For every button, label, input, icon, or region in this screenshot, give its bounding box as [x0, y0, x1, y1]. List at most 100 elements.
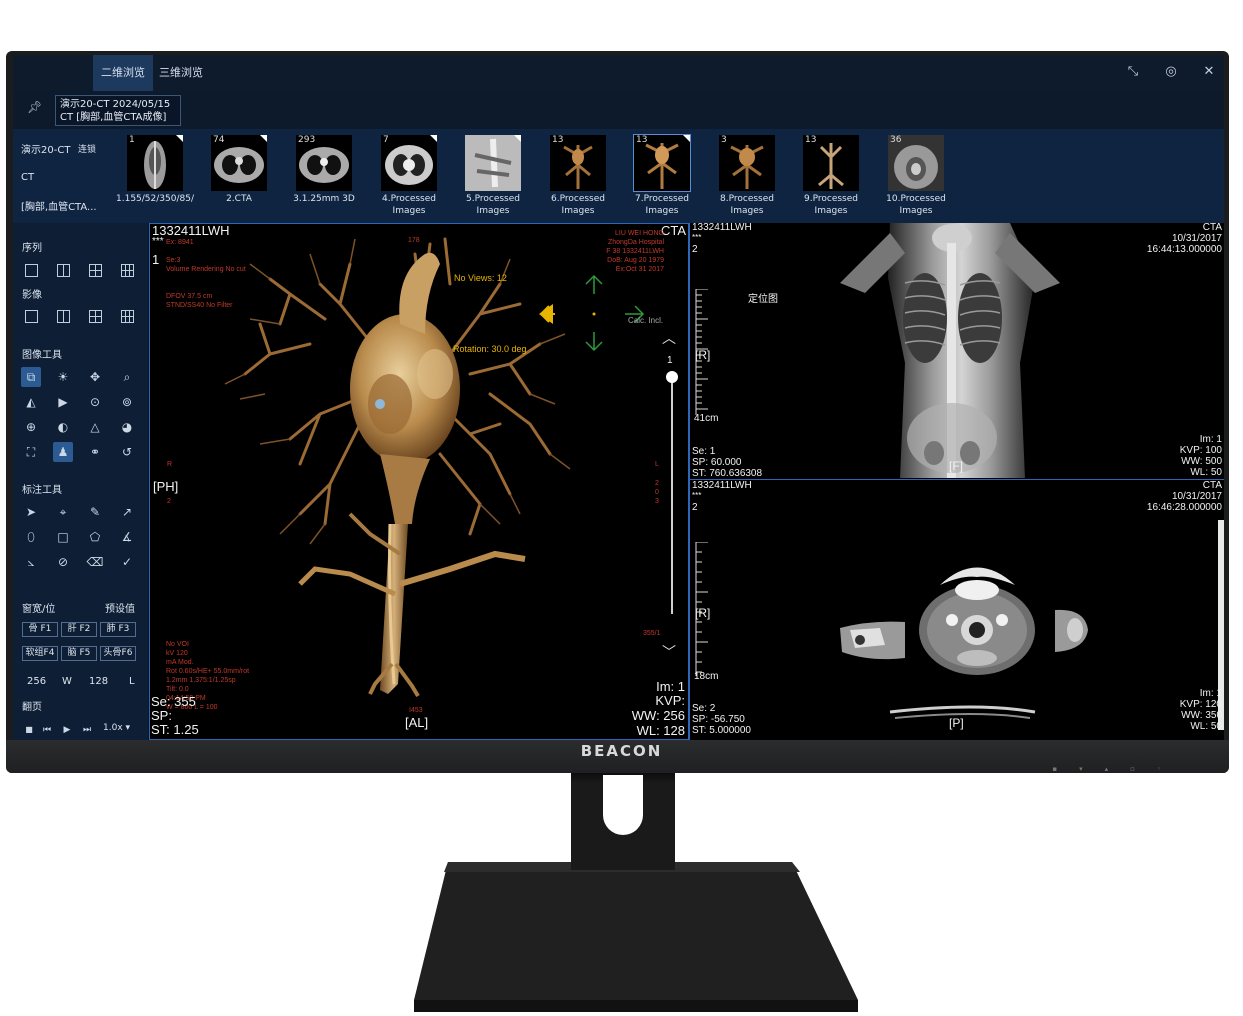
arrow-icon[interactable]: ↗ [117, 502, 137, 522]
series-number: Se: 355 [151, 694, 196, 709]
window-level-icon[interactable]: ☀ [53, 367, 73, 387]
axial-ct-image [840, 520, 1224, 730]
ww-input[interactable]: 256 [27, 676, 46, 687]
target-icon[interactable]: ◎ [1160, 61, 1182, 83]
series-thumb-5[interactable] [465, 135, 521, 191]
flip-horizontal-icon[interactable]: ◭ [21, 392, 41, 412]
rotate-cw-icon[interactable]: ⊙ [85, 392, 105, 412]
patient-id: 1332411LWH [692, 223, 752, 233]
zoom-icon[interactable]: ⊕ [21, 417, 41, 437]
magnify-icon[interactable]: ⌕ [117, 367, 137, 387]
monitor-buttons[interactable]: ▪▾▴▫◦ [1052, 765, 1183, 773]
layout-1x1-icon[interactable] [25, 264, 38, 277]
patient-stars: *** [692, 233, 702, 242]
image-3x2-icon[interactable] [121, 310, 134, 323]
link-toggle[interactable]: 连锁 [78, 142, 96, 155]
pan-icon[interactable]: ✥ [85, 367, 105, 387]
series-thumb-4[interactable]: 7 [381, 135, 437, 191]
series-label: 3.1.25mm 3D [293, 194, 355, 204]
orientation-bottom: [F] [949, 459, 963, 473]
color-map-icon[interactable]: ◕ [117, 417, 137, 437]
layout-3x2-icon[interactable] [121, 264, 134, 277]
tab-3d-browse[interactable]: 三维浏览 [151, 55, 211, 91]
series-thumb-7[interactable]: 13 [633, 134, 691, 192]
series-modality: CT [21, 172, 35, 183]
study-date: 10/31/2017 [1171, 233, 1222, 244]
link-icon[interactable]: ⚭ [85, 442, 105, 462]
slider-down-icon[interactable]: ﹀ [662, 642, 676, 662]
top-position-marker: 178 [408, 237, 420, 244]
patient-tab[interactable]: 演示20-CT 2024/05/15 CT [胸部,血管CTA成像] [55, 95, 181, 126]
speed-select[interactable]: 1.0x ▾ [103, 723, 130, 733]
invert-icon[interactable]: ◐ [53, 417, 73, 437]
hide-annotation-icon[interactable]: ⊘ [53, 552, 73, 572]
rectangle-icon[interactable]: □ [53, 527, 73, 547]
series-number: Se: 2 [692, 703, 716, 714]
triangle-icon[interactable]: △ [85, 417, 105, 437]
flip-vertical-icon[interactable]: ▶ [53, 392, 73, 412]
image-index: Im: 1 [1199, 434, 1222, 445]
viewport-3d[interactable]: ︿ 1 355/1 ﹀ 1332411LWH *** CTA 1 Ex: 894… [149, 223, 689, 740]
eraser-icon[interactable]: ⌫ [85, 552, 105, 572]
annotation-tools-label: 标注工具 [22, 485, 62, 496]
pointer-icon[interactable]: ➤ [21, 502, 41, 522]
play-icon[interactable]: ▶ [57, 720, 77, 740]
tab-2d-browse[interactable]: 二维浏览 [93, 55, 153, 91]
rotate-ccw-icon[interactable]: ⊚ [117, 392, 137, 412]
window-level: WL: 128 [636, 723, 685, 738]
viewport-scout[interactable]: 1332411LWH *** 2 CTA 10/31/2017 16:44:13… [689, 223, 1224, 480]
window-level: WL: 50 [1190, 467, 1222, 478]
series-label: 9.Processed Images [804, 194, 858, 216]
pin-icon[interactable]: 📌︎ [27, 100, 42, 114]
orientation-left: [R] [695, 348, 711, 362]
close-icon[interactable]: ✕ [1198, 61, 1220, 83]
crosshair-icon[interactable]: ⌖ [53, 502, 73, 522]
modality-label: CTA [1202, 480, 1222, 491]
preset-bone-button[interactable]: 骨 F1 [22, 622, 58, 637]
copy-icon[interactable]: ⧉ [21, 367, 41, 387]
last-page-icon[interactable]: ⏭ [77, 720, 97, 740]
preset-soft-tissue-button[interactable]: 软组F4 [22, 646, 58, 661]
preset-liver-button[interactable]: 肝 F2 [61, 622, 97, 637]
image-1x1-icon[interactable] [25, 310, 38, 323]
pencil-icon[interactable]: ✎ [85, 502, 105, 522]
series-thumb-9[interactable]: 13 [803, 135, 859, 191]
clear-icon[interactable]: ✓ [117, 552, 137, 572]
series-thumb-10[interactable]: 36 [888, 135, 944, 191]
preset-brain-button[interactable]: 脑 F5 [61, 646, 97, 661]
layout-1x2-icon[interactable] [57, 264, 70, 277]
series-thumb-1[interactable]: 1 [127, 135, 183, 191]
person-icon[interactable]: ♟ [53, 442, 73, 462]
preset-skull-button[interactable]: 头骨F6 [100, 646, 136, 661]
slider-up-icon[interactable]: ︿ [662, 328, 676, 348]
series-thumb-6[interactable]: 13 [550, 135, 606, 191]
slice-slider-track[interactable] [671, 371, 673, 614]
stop-icon[interactable]: ■ [19, 720, 39, 740]
rotation-value: Rotation: 30.0 deg [453, 344, 527, 354]
study-time: 16:44:13.000000 [1146, 244, 1222, 255]
slice-thickness: ST: 5.000000 [692, 725, 751, 736]
cobb-angle-icon[interactable]: ⦣ [21, 552, 41, 572]
cable-hole [603, 775, 643, 835]
layout-2x2-icon[interactable] [89, 264, 102, 277]
preset-lung-button[interactable]: 肺 F3 [100, 622, 136, 637]
series-thumb-2[interactable]: 74 [211, 135, 267, 191]
fit-screen-icon[interactable]: ⛶ [21, 442, 41, 462]
reset-icon[interactable]: ↺ [117, 442, 137, 462]
slice-slider-thumb[interactable] [666, 371, 678, 383]
shrink-icon[interactable]: ⤡ [1122, 61, 1144, 83]
wl-letter: L [129, 676, 135, 687]
first-page-icon[interactable]: ⏮ [37, 720, 57, 740]
wl-input[interactable]: 128 [89, 676, 108, 687]
series-thumb-3[interactable]: 293 [296, 135, 352, 191]
image-2x2-icon[interactable] [89, 310, 102, 323]
ellipse-icon[interactable]: ⬯ [21, 527, 41, 547]
series-thumb-8[interactable]: 3 [719, 135, 775, 191]
series-study: [胸部,血管CTA... [21, 202, 97, 213]
viewport-axial[interactable]: 1332411LWH *** 2 CTA 10/31/2017 16:46:28… [689, 480, 1224, 740]
orientation-arrows [539, 274, 645, 352]
angle-icon[interactable]: ∡ [117, 527, 137, 547]
polygon-icon[interactable]: ⬠ [85, 527, 105, 547]
brand-logo: BEACON [580, 742, 663, 760]
image-1x2-icon[interactable] [57, 310, 70, 323]
